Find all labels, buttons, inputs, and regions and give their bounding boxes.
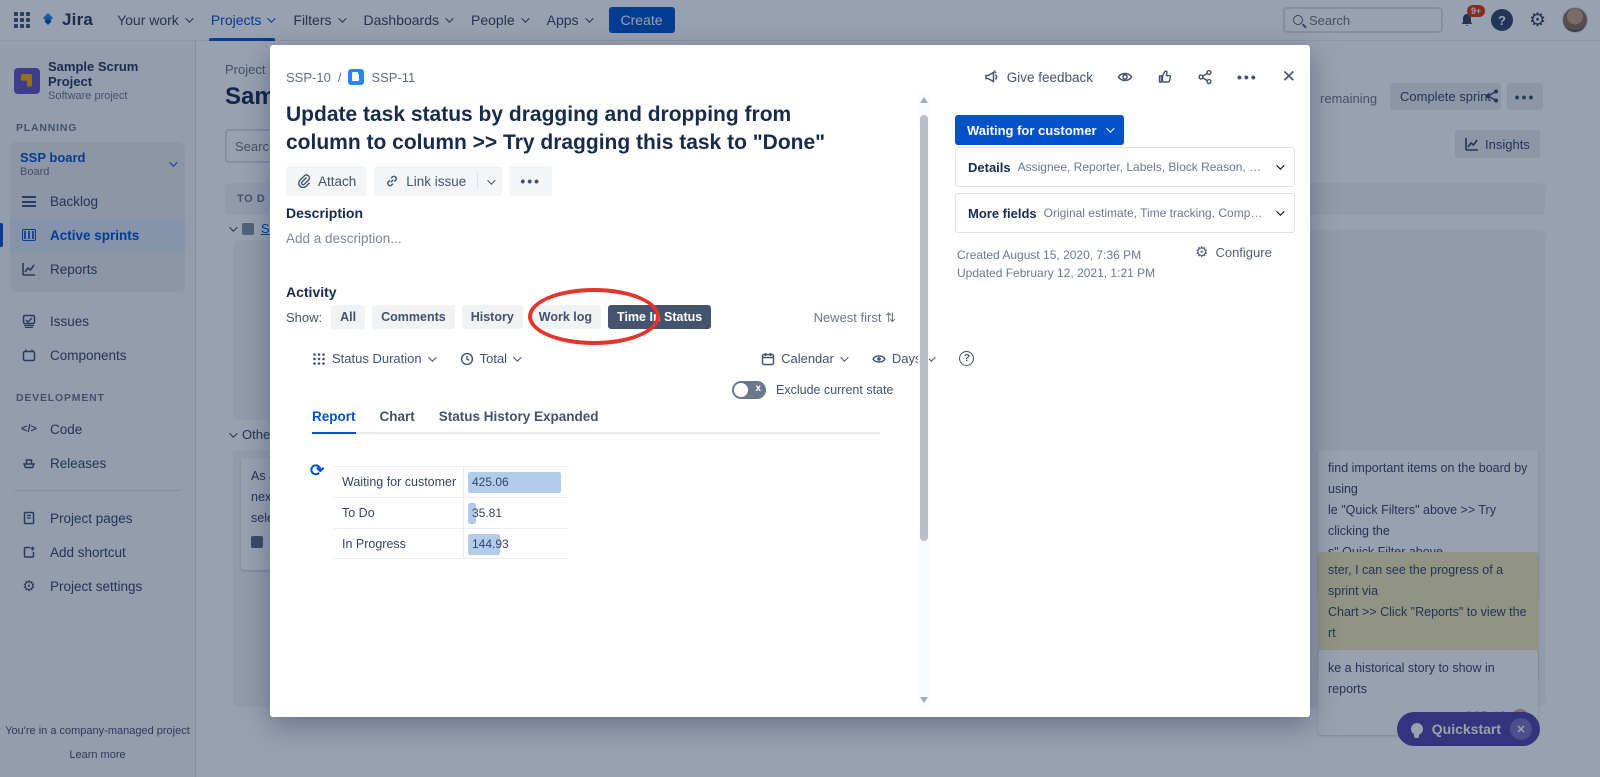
scroll-down-arrow[interactable] [920, 697, 928, 703]
parent-issue-link[interactable]: SSP-10 [286, 70, 331, 85]
refresh-icon[interactable]: ⟳ [310, 461, 324, 481]
time-in-status-toolbar: Status Duration Total Calendar Days ? [312, 351, 974, 366]
chevron-down-icon [513, 353, 521, 361]
exclude-current-state-row: x Exclude current state [732, 381, 893, 399]
link-issue-button[interactable]: Link issue [374, 174, 477, 189]
sort-icon: ⇅ [885, 310, 896, 325]
calendar-dropdown[interactable]: Calendar [761, 351, 846, 366]
current-issue-link[interactable]: SSP-11 [371, 70, 415, 85]
activity-heading: Activity [286, 284, 337, 300]
status-name: Waiting for customer [334, 467, 464, 497]
chevron-down-icon [1276, 207, 1284, 215]
close-icon[interactable]: ✕ [1282, 67, 1296, 87]
link-issue-split-button: Link issue [374, 166, 502, 196]
gear-icon: ⚙ [1195, 245, 1208, 260]
table-row: Waiting for customer 425.06 [334, 466, 568, 497]
table-row: To Do 35.81 [334, 497, 568, 528]
help-icon[interactable]: ? [959, 351, 974, 366]
modal-header-actions: Give feedback ••• ✕ [984, 67, 1296, 87]
grid-icon [312, 352, 326, 366]
time-in-status-report-table: Waiting for customer 425.06 To Do 35.81 … [334, 466, 568, 559]
exclude-label: Exclude current state [776, 383, 893, 397]
more-fields-panel[interactable]: More fields Original estimate, Time trac… [955, 193, 1295, 233]
exclude-toggle[interactable]: x [732, 381, 766, 399]
tab-chart[interactable]: Chart [380, 409, 415, 424]
calendar-icon [761, 352, 775, 366]
created-timestamp: Created August 15, 2020, 7:36 PM [957, 248, 1141, 262]
duration-value: 35.81 [464, 506, 502, 520]
status-duration-dropdown[interactable]: Status Duration [312, 351, 434, 366]
issue-breadcrumb: SSP-10 / SSP-11 [286, 69, 415, 85]
megaphone-icon [984, 69, 1000, 85]
status-name: In Progress [334, 529, 464, 558]
show-label: Show: [286, 310, 322, 325]
clock-icon [460, 352, 474, 366]
link-icon [385, 174, 399, 188]
like-button[interactable] [1157, 69, 1173, 85]
table-row: In Progress 144.93 [334, 528, 568, 559]
status-name: To Do [334, 498, 464, 528]
share-icon [1197, 69, 1213, 85]
sort-order-button[interactable]: Newest first ⇅ [806, 310, 896, 326]
link-issue-dropdown[interactable] [478, 172, 502, 190]
scrollbar-thumb[interactable] [920, 115, 928, 541]
updated-timestamp: Updated February 12, 2021, 1:21 PM [957, 266, 1155, 280]
status-dropdown-button[interactable]: Waiting for customer [955, 115, 1124, 145]
scroll-up-arrow[interactable] [920, 97, 928, 103]
filter-comments[interactable]: Comments [372, 305, 455, 329]
jira-app: Jira Your work Projects Filters Dashboar… [0, 0, 1600, 777]
chevron-down-icon [1276, 161, 1284, 169]
watch-button[interactable] [1117, 69, 1133, 85]
details-panel[interactable]: Details Assignee, Reporter, Labels, Bloc… [955, 147, 1295, 187]
activity-filter-row: Show: All Comments History Work log Time… [286, 305, 711, 329]
filter-time-in-status[interactable]: Time In Status [608, 305, 711, 329]
description-label: Description [286, 205, 363, 221]
tis-tabs: Report Chart Status History Expanded [312, 409, 880, 434]
configure-button[interactable]: ⚙ Configure [1195, 245, 1272, 260]
paperclip-icon [297, 174, 311, 188]
chevron-down-icon [1106, 124, 1114, 132]
chevron-down-icon [840, 353, 848, 361]
issue-title[interactable]: Update task status by dragging and dropp… [286, 101, 871, 157]
chevron-down-icon [428, 353, 436, 361]
give-feedback-button[interactable]: Give feedback [984, 69, 1093, 85]
description-placeholder[interactable]: Add a description... [286, 231, 402, 246]
issue-detail-modal: SSP-10 / SSP-11 Give feedback ••• ✕ Upda… [270, 45, 1310, 717]
duration-value: 425.06 [464, 475, 509, 489]
tab-status-history-expanded[interactable]: Status History Expanded [439, 409, 599, 424]
modal-scrollbar[interactable] [918, 91, 929, 709]
modal-more-button[interactable]: ••• [1237, 69, 1258, 85]
eye-icon [1117, 69, 1133, 85]
issue-action-buttons: Attach Link issue ••• [286, 166, 552, 196]
share-button[interactable] [1197, 69, 1213, 85]
thumbs-up-icon [1157, 69, 1173, 85]
filter-all[interactable]: All [331, 305, 365, 329]
tab-report[interactable]: Report [312, 409, 356, 424]
filter-work-log[interactable]: Work log [530, 305, 601, 329]
duration-value: 144.93 [464, 537, 509, 551]
attach-button[interactable]: Attach [286, 166, 367, 196]
subtask-type-icon [348, 69, 364, 85]
total-dropdown[interactable]: Total [460, 351, 519, 366]
filter-history[interactable]: History [462, 305, 523, 329]
eye-icon [872, 352, 886, 366]
issue-more-button[interactable]: ••• [509, 166, 552, 196]
